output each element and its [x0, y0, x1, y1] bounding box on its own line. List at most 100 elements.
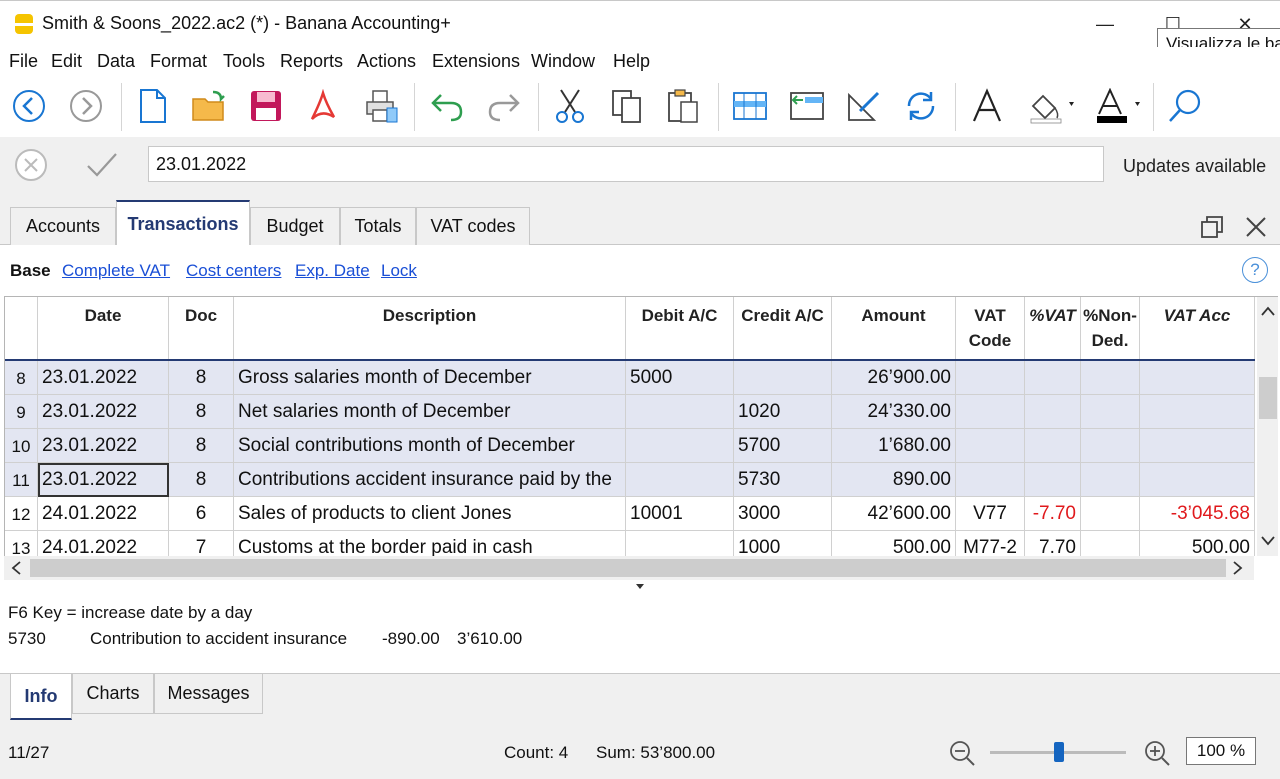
cell-doc[interactable]: 8 — [169, 429, 234, 463]
table-row[interactable]: 12 24.01.2022 6 Sales of products to cli… — [5, 497, 1255, 531]
view-base[interactable]: Base — [10, 261, 51, 281]
cell-vat-code[interactable] — [956, 429, 1025, 463]
tab-transactions[interactable]: Transactions — [116, 200, 250, 246]
insert-row-icon[interactable] — [727, 83, 773, 129]
cell-pct-vat[interactable] — [1025, 395, 1081, 429]
new-file-icon[interactable] — [130, 83, 176, 129]
cell-doc[interactable]: 6 — [169, 497, 234, 531]
cell-description[interactable]: Contributions accident insurance paid by… — [234, 463, 626, 497]
cell-vat-acc[interactable] — [1140, 395, 1255, 429]
header-vat-code[interactable]: VAT Code — [956, 297, 1025, 359]
redo-icon[interactable] — [481, 83, 527, 129]
view-lock[interactable]: Lock — [381, 261, 417, 281]
zoom-slider-handle[interactable] — [1054, 742, 1064, 762]
print-icon[interactable] — [358, 83, 404, 129]
confirm-edit-icon[interactable] — [85, 150, 119, 185]
view-cost-centers[interactable]: Cost centers — [186, 261, 281, 281]
zoom-out-icon[interactable] — [948, 739, 976, 772]
cell-vat-code[interactable] — [956, 395, 1025, 429]
cell-vat-acc[interactable] — [1140, 361, 1255, 395]
cell-date-current[interactable]: 23.01.2022 — [38, 463, 169, 497]
vertical-scroll-thumb[interactable] — [1259, 377, 1277, 419]
cell-pct-vat[interactable] — [1025, 361, 1081, 395]
tab-accounts[interactable]: Accounts — [10, 207, 116, 245]
edit-design-icon[interactable] — [841, 83, 887, 129]
cell-description[interactable]: Social contributions month of December — [234, 429, 626, 463]
tab-vat-codes[interactable]: VAT codes — [416, 207, 530, 245]
cell-non-ded[interactable] — [1081, 429, 1140, 463]
cell-amount[interactable]: 26’900.00 — [832, 361, 956, 395]
horizontal-scrollbar[interactable] — [4, 556, 1254, 580]
cell-date[interactable]: 23.01.2022 — [38, 395, 169, 429]
cell-vat-code[interactable]: M77-2 — [956, 531, 1025, 556]
cell-non-ded[interactable] — [1081, 531, 1140, 556]
table-row[interactable]: 13 24.01.2022 7 Customs at the border pa… — [5, 531, 1255, 556]
cancel-edit-icon[interactable] — [14, 148, 48, 187]
scroll-down-icon[interactable] — [1261, 535, 1275, 547]
view-exp-date[interactable]: Exp. Date — [295, 261, 370, 281]
cell-vat-code[interactable]: V77 — [956, 497, 1025, 531]
cell-vat-acc[interactable] — [1140, 429, 1255, 463]
updates-available-link[interactable]: Updates available — [1123, 156, 1266, 177]
cell-vat-acc[interactable]: 500.00 — [1140, 531, 1255, 556]
search-icon[interactable] — [1162, 83, 1208, 129]
cell-vat-acc[interactable] — [1140, 463, 1255, 497]
cell-credit[interactable]: 1020 — [734, 395, 832, 429]
view-complete-vat[interactable]: Complete VAT — [62, 261, 170, 281]
menu-help[interactable]: Help — [613, 51, 650, 72]
cell-debit[interactable] — [626, 531, 734, 556]
close-panel-icon[interactable] — [1244, 215, 1268, 244]
splitter-handle-icon[interactable] — [636, 584, 644, 589]
table-row[interactable]: 11 23.01.2022 8 Contributions accident i… — [5, 463, 1255, 497]
copy-icon[interactable] — [604, 83, 650, 129]
header-amount[interactable]: Amount — [832, 297, 956, 359]
header-vat-acc[interactable]: VAT Acc — [1140, 297, 1255, 359]
menu-edit[interactable]: Edit — [51, 51, 82, 72]
tab-charts[interactable]: Charts — [72, 674, 154, 714]
menu-data[interactable]: Data — [97, 51, 135, 72]
cell-debit[interactable]: 10001 — [626, 497, 734, 531]
cell-amount[interactable]: 1’680.00 — [832, 429, 956, 463]
menu-actions[interactable]: Actions — [357, 51, 416, 72]
cell-date[interactable]: 24.01.2022 — [38, 497, 169, 531]
tab-info[interactable]: Info — [10, 674, 72, 720]
cell-description[interactable]: Net salaries month of December — [234, 395, 626, 429]
restore-panel-icon[interactable] — [1200, 215, 1224, 244]
cell-date[interactable]: 24.01.2022 — [38, 531, 169, 556]
menu-tools[interactable]: Tools — [223, 51, 265, 72]
cell-vat-acc[interactable]: -3’045.68 — [1140, 497, 1255, 531]
minimize-button[interactable]: — — [1082, 1, 1128, 48]
table-row[interactable]: 10 23.01.2022 8 Social contributions mon… — [5, 429, 1255, 463]
zoom-level[interactable]: 100 % — [1186, 737, 1256, 765]
tab-budget[interactable]: Budget — [250, 207, 340, 245]
undo-icon[interactable] — [424, 83, 470, 129]
menu-window[interactable]: Window — [531, 51, 595, 72]
cell-description[interactable]: Sales of products to client Jones — [234, 497, 626, 531]
move-row-icon[interactable] — [784, 83, 830, 129]
cut-icon[interactable] — [547, 83, 593, 129]
cell-value-input[interactable]: 23.01.2022 — [148, 146, 1104, 182]
menu-reports[interactable]: Reports — [280, 51, 343, 72]
cell-doc[interactable]: 8 — [169, 463, 234, 497]
header-non-ded[interactable]: %Non- Ded. — [1081, 297, 1140, 359]
cell-credit[interactable]: 1000 — [734, 531, 832, 556]
cell-debit[interactable] — [626, 395, 734, 429]
fill-color-icon[interactable] — [1024, 83, 1080, 129]
paste-icon[interactable] — [660, 83, 706, 129]
back-icon[interactable] — [6, 83, 52, 129]
header-credit[interactable]: Credit A/C — [734, 297, 832, 359]
menu-file[interactable]: File — [9, 51, 38, 72]
cell-debit[interactable]: 5000 — [626, 361, 734, 395]
cell-credit[interactable]: 3000 — [734, 497, 832, 531]
pdf-icon[interactable] — [300, 83, 346, 129]
scroll-right-icon[interactable] — [1232, 561, 1244, 575]
recalculate-icon[interactable] — [898, 83, 944, 129]
text-color-icon[interactable] — [1090, 83, 1146, 129]
header-debit[interactable]: Debit A/C — [626, 297, 734, 359]
help-icon[interactable]: ? — [1242, 257, 1268, 283]
cell-credit[interactable]: 5700 — [734, 429, 832, 463]
scroll-left-icon[interactable] — [10, 561, 22, 575]
header-doc[interactable]: Doc — [169, 297, 234, 359]
tab-messages[interactable]: Messages — [154, 674, 263, 714]
cell-vat-code[interactable] — [956, 463, 1025, 497]
